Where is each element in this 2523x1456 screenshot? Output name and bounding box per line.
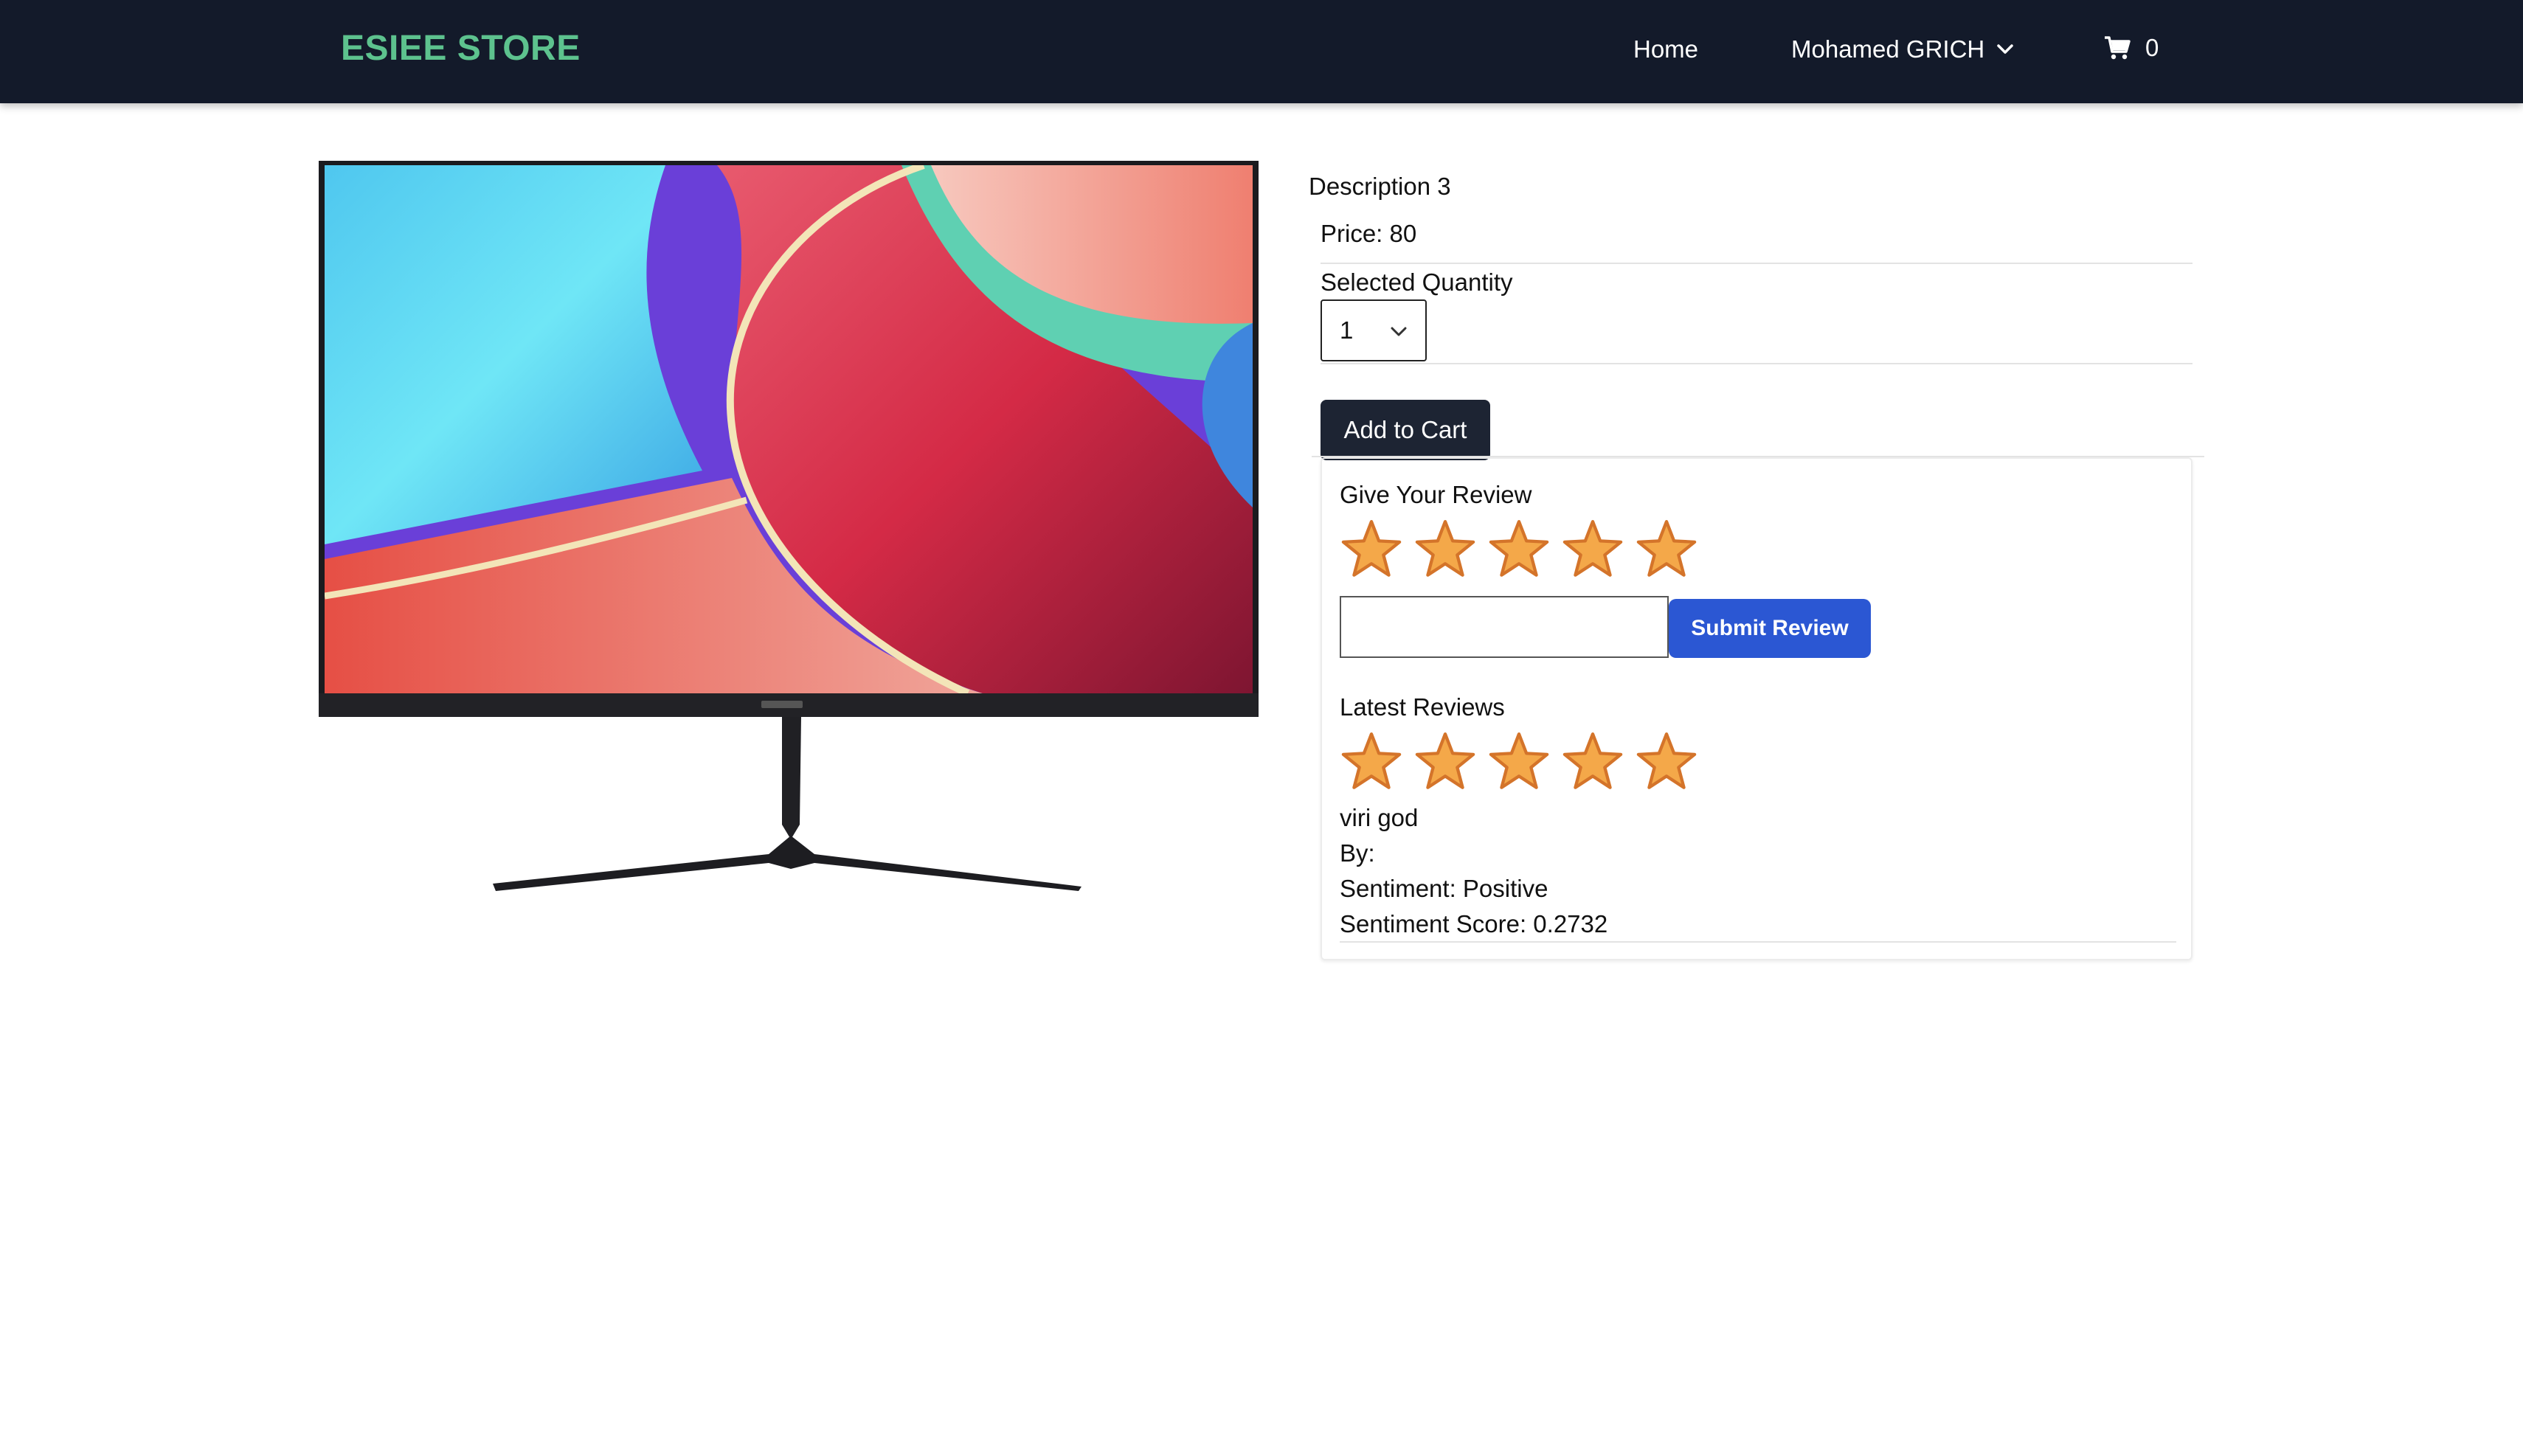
cart-icon: [2105, 36, 2131, 60]
submit-review-button[interactable]: Submit Review: [1669, 599, 1871, 658]
give-review-title: Give Your Review: [1340, 481, 1532, 508]
divider: [1312, 456, 2204, 457]
review-comment: viri god: [1340, 804, 1419, 831]
product-image: [319, 161, 1259, 891]
star-icon: [1489, 732, 1549, 789]
review-card: Give Your Review Submit Review Latest Re…: [1312, 456, 2204, 960]
quantity-label: Selected Quantity: [1321, 268, 1513, 296]
review-rating-display: [1340, 730, 1698, 794]
review-text-input[interactable]: [1340, 596, 1669, 658]
star-icon[interactable]: [1340, 518, 1403, 581]
review-sentiment-score: Sentiment Score: 0.2732: [1340, 910, 1608, 937]
star-icon[interactable]: [1413, 518, 1477, 581]
review-author: By:: [1340, 839, 1375, 867]
product-description: Description 3: [1309, 173, 1451, 200]
nav-home-link[interactable]: Home: [1633, 35, 1698, 63]
product-price: Price: 80: [1321, 220, 1417, 247]
cart-link[interactable]: 0: [2104, 34, 2159, 62]
review-rating-input[interactable]: [1340, 518, 1698, 581]
star-icon: [1636, 732, 1697, 789]
chevron-down-icon: [1391, 327, 1407, 336]
quantity-row: Selected Quantity 1: [1321, 264, 2193, 364]
add-to-cart-row: Add to Cart: [1321, 364, 2193, 460]
quantity-select[interactable]: 1: [1321, 299, 1427, 361]
star-icon[interactable]: [1487, 518, 1551, 581]
divider: [1340, 941, 2176, 943]
star-icon: [1341, 732, 1402, 789]
cart-count: 0: [2145, 34, 2159, 61]
star-icon: [1562, 732, 1623, 789]
user-menu-dropdown[interactable]: Mohamed GRICH: [1791, 35, 2014, 63]
review-sentiment: Sentiment: Positive: [1340, 875, 1548, 902]
chevron-down-icon: [1997, 44, 2013, 54]
price-row: Price: 80: [1321, 217, 2193, 264]
star-icon[interactable]: [1561, 518, 1624, 581]
latest-reviews-title: Latest Reviews: [1340, 693, 1505, 721]
brand-logo[interactable]: ESIEE STORE: [341, 28, 581, 69]
navbar: ESIEE STORE Home Mohamed GRICH 0: [0, 0, 2523, 103]
quantity-value: 1: [1340, 316, 1354, 344]
star-icon[interactable]: [1635, 518, 1698, 581]
star-icon: [1415, 732, 1475, 789]
add-to-cart-button[interactable]: Add to Cart: [1321, 400, 1490, 460]
user-name-label: Mohamed GRICH: [1791, 35, 1985, 63]
